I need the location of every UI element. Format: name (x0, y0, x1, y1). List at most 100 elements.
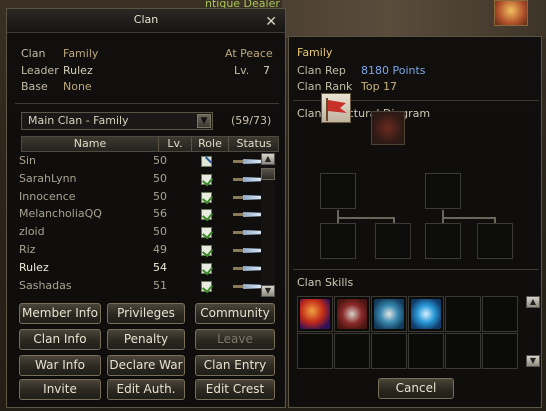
skill-slot[interactable] (482, 296, 518, 332)
member-row[interactable]: Sashadas 51 (17, 278, 257, 296)
clan-window-title: Clan (133, 13, 159, 26)
privileges-button[interactable]: Privileges (107, 303, 185, 324)
role-check-icon (201, 209, 212, 220)
member-row[interactable]: SarahLynn 50 (17, 171, 257, 189)
skill-slot[interactable] (334, 333, 370, 369)
level-label: Lv. (234, 64, 250, 77)
member-table-header: Name Lv. Role Status (21, 136, 279, 152)
buff-icon[interactable] (494, 0, 528, 26)
skill-slot[interactable] (408, 296, 444, 332)
member-info-button[interactable]: Member Info (19, 303, 101, 324)
structure-diagram-title: Clan Structural Diagram (297, 107, 431, 120)
member-level: 51 (153, 279, 167, 292)
skill-slot[interactable] (297, 333, 333, 369)
role-check-icon (201, 174, 212, 185)
order-of-knights-slot[interactable] (320, 223, 356, 259)
sub-clan-emblem-icon[interactable] (371, 111, 405, 145)
skill-slot[interactable] (408, 333, 444, 369)
clan-skills-title: Clan Skills (297, 276, 354, 289)
cancel-button[interactable]: Cancel (378, 378, 454, 399)
member-level: 49 (153, 243, 167, 256)
skill-slot[interactable] (334, 296, 370, 332)
war-info-button[interactable]: War Info (19, 355, 101, 376)
skills-scroll-down-icon[interactable]: ▼ (526, 355, 540, 367)
skill-slot[interactable] (482, 333, 518, 369)
skill-slot[interactable] (445, 333, 481, 369)
member-row[interactable]: Riz 49 (17, 242, 257, 260)
scroll-down-icon[interactable]: ▼ (261, 285, 275, 297)
member-row-self[interactable]: Rulez 54 (17, 260, 257, 278)
member-name: Riz (19, 243, 36, 256)
member-list-scrollbar[interactable]: ▲ ▼ (261, 153, 275, 297)
member-name: Innocence (19, 190, 76, 203)
scroll-up-icon[interactable]: ▲ (261, 153, 275, 165)
leader-value: Rulez (63, 64, 93, 77)
member-name: Sashadas (19, 279, 72, 292)
member-level: 50 (153, 172, 167, 185)
member-name: Rulez (19, 261, 49, 274)
declare-war-button[interactable]: Declare War (107, 355, 185, 376)
role-edit-icon (201, 156, 212, 167)
member-name: SarahLynn (19, 172, 77, 185)
clan-rep-label: Clan Rep (297, 64, 346, 77)
skill-slot[interactable] (371, 296, 407, 332)
member-level: 50 (153, 154, 167, 167)
community-button[interactable]: Community (195, 303, 275, 324)
role-check-icon (201, 245, 212, 256)
clan-crest-flag-icon (321, 93, 351, 123)
column-header-level[interactable]: Lv. (159, 137, 191, 151)
base-label: Base (21, 80, 48, 93)
base-value: None (63, 80, 92, 93)
subclan-selected-value: Main Clan - Family (28, 114, 129, 127)
edit-crest-button[interactable]: Edit Crest (195, 379, 275, 400)
role-check-icon (201, 227, 212, 238)
skill-slot[interactable] (371, 333, 407, 369)
divider (293, 269, 539, 270)
column-header-name[interactable]: Name (22, 137, 158, 151)
member-name: zloid (19, 225, 45, 238)
skill-slot[interactable] (445, 296, 481, 332)
member-count: (59/73) (231, 114, 272, 127)
clan-name: Family (297, 46, 333, 59)
invite-button[interactable]: Invite (19, 379, 101, 400)
leader-label: Leader (21, 64, 59, 77)
water-rune-skill-icon[interactable] (411, 299, 441, 329)
member-level: 50 (153, 190, 167, 203)
skills-scroll-up-icon[interactable]: ▲ (526, 296, 540, 308)
clan-entry-button[interactable]: Clan Entry (195, 355, 275, 376)
war-status: At Peace (225, 47, 273, 60)
rune-skill-icon[interactable] (374, 299, 404, 329)
clan-info-button[interactable]: Clan Info (19, 329, 101, 350)
member-level: 56 (153, 207, 167, 220)
clan-detail-panel: Family Clan Rep 8180 Points Clan Rank To… (288, 36, 542, 408)
edit-auth-button[interactable]: Edit Auth. (107, 379, 185, 400)
order-of-knights-slot[interactable] (375, 223, 411, 259)
clan-window: Clan ✕ Clan Family At Peace Leader Rulez… (6, 8, 286, 408)
member-row[interactable]: zloid 50 (17, 224, 257, 242)
chevron-down-icon[interactable]: ▼ (197, 114, 211, 128)
academy-slot[interactable] (320, 173, 356, 209)
member-name: MelancholiaQQ (19, 207, 102, 220)
clan-window-titlebar[interactable]: Clan ✕ (7, 9, 285, 33)
member-row[interactable]: Innocence 50 (17, 189, 257, 207)
connector-line (442, 217, 494, 219)
clan-rep-value: 8180 Points (361, 64, 426, 77)
royal-guard-slot[interactable] (425, 173, 461, 209)
skill-slot[interactable] (297, 296, 333, 332)
fire-crest-skill-icon[interactable] (300, 299, 330, 329)
order-of-knights-slot[interactable] (425, 223, 461, 259)
member-row[interactable]: Sin 50 (17, 153, 257, 171)
column-header-role[interactable]: Role (192, 137, 228, 151)
column-header-status[interactable]: Status (229, 137, 279, 151)
close-icon[interactable]: ✕ (265, 11, 277, 33)
penalty-button[interactable]: Penalty (107, 329, 185, 350)
scroll-thumb[interactable] (261, 168, 275, 180)
leave-button[interactable]: Leave (195, 329, 275, 350)
subclan-dropdown[interactable]: Main Clan - Family ▼ (21, 112, 213, 130)
member-row[interactable]: MelancholiaQQ 56 (17, 206, 257, 224)
clan-rank-label: Clan Rank (297, 80, 353, 93)
order-of-knights-slot[interactable] (477, 223, 513, 259)
divider (15, 103, 279, 104)
member-level: 50 (153, 225, 167, 238)
shield-skill-icon[interactable] (337, 299, 367, 329)
